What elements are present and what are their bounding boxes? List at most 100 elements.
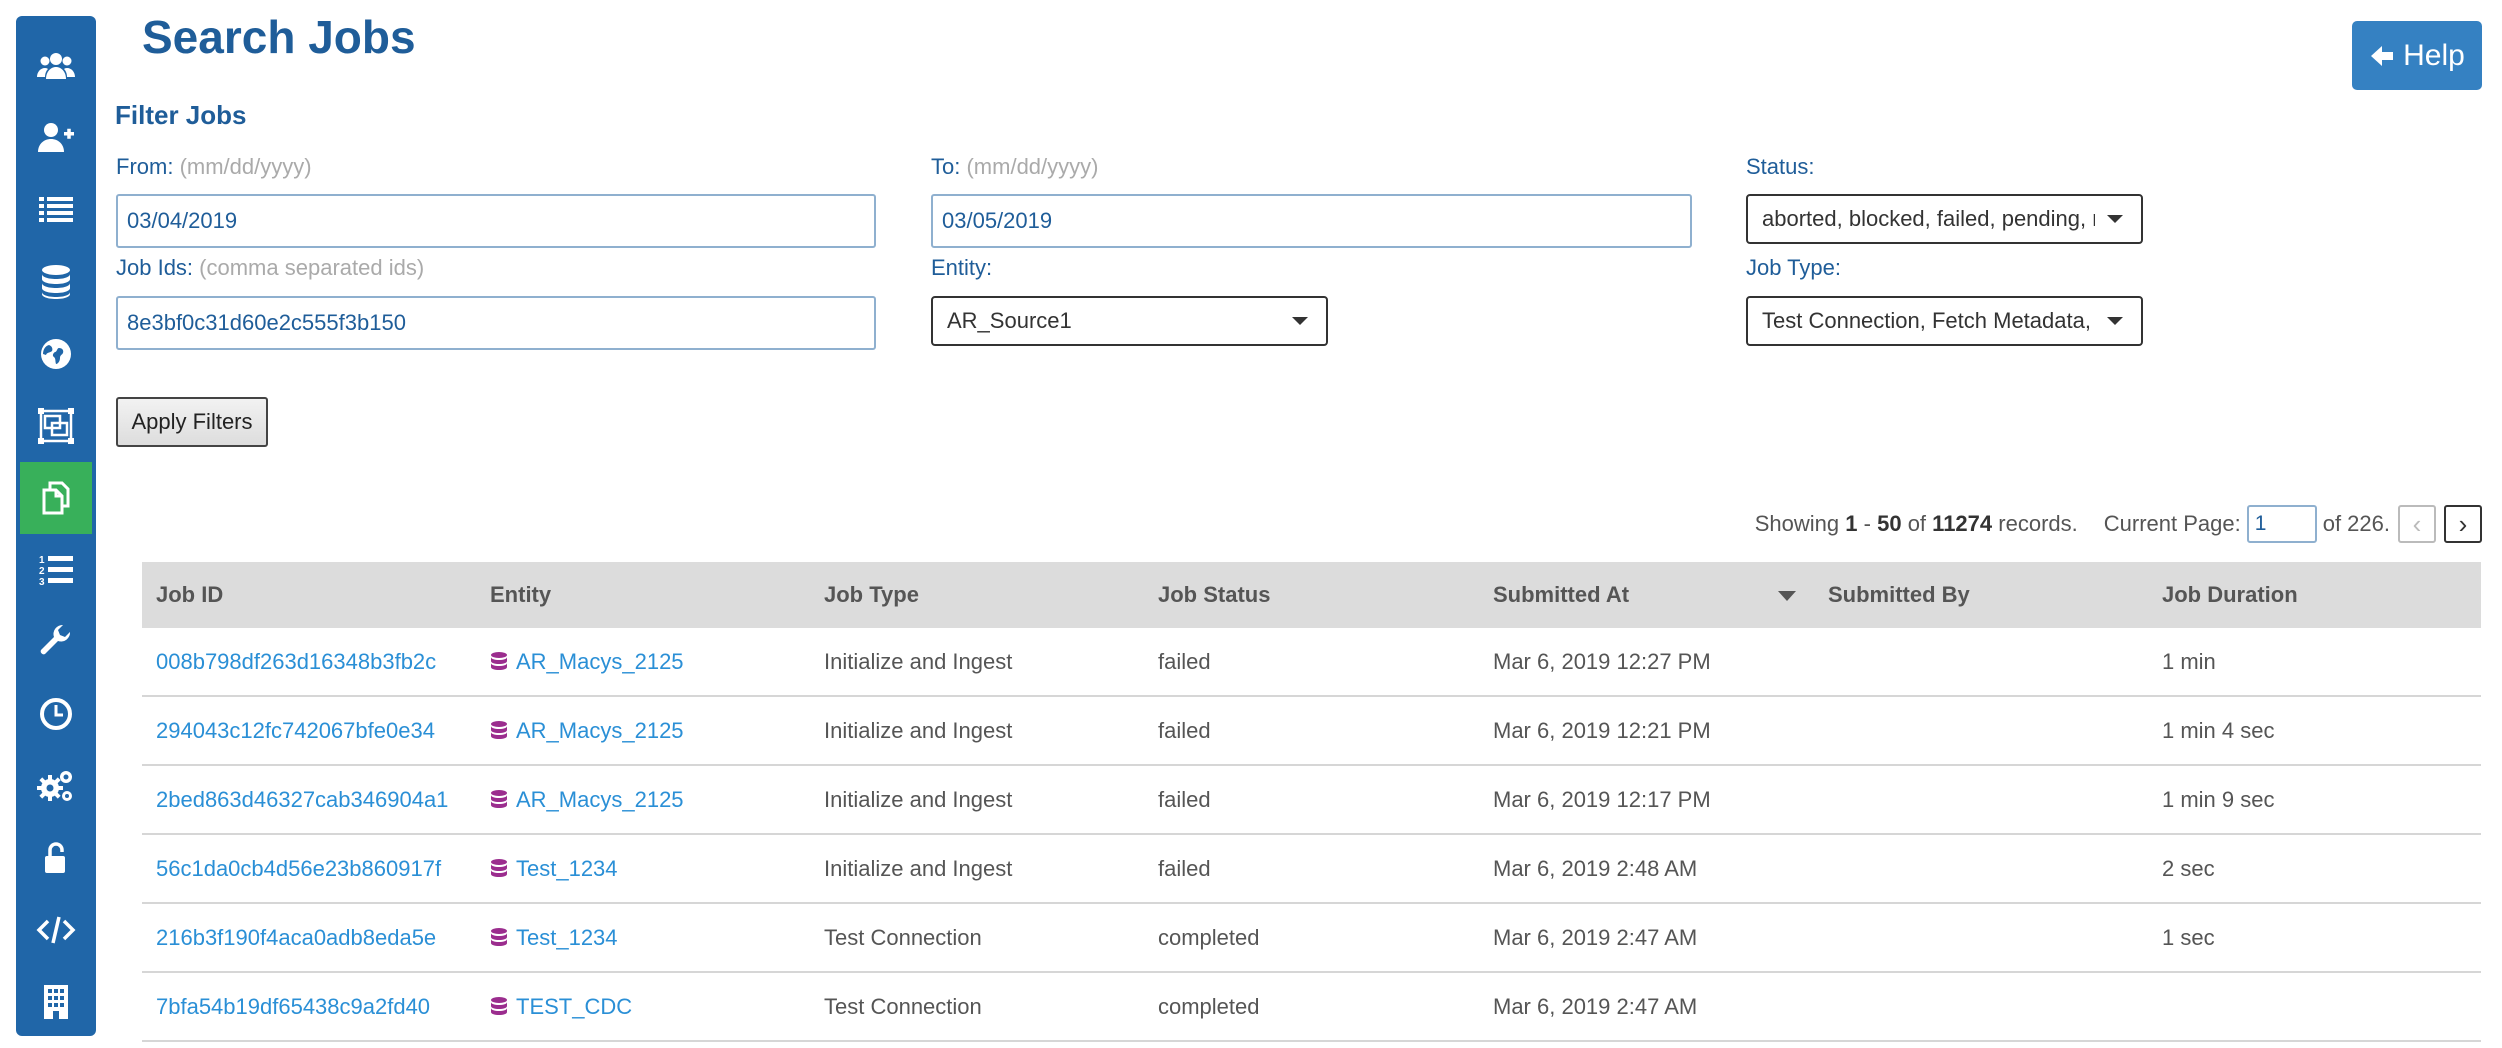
- entity-name: TEST_CDC: [516, 993, 633, 1019]
- entity-link[interactable]: Test_1234: [490, 925, 796, 951]
- sidebar-item-gears[interactable]: [16, 750, 96, 822]
- table-row: 2bed863d46327cab346904a1 AR_Macys_2125 Ini…: [142, 765, 2481, 835]
- sidebar-item-numbered-list[interactable]: 123: [16, 534, 96, 606]
- entity-cell: AR_Macys_2125: [476, 765, 810, 835]
- list-icon: [39, 197, 73, 222]
- job-type-cell: Test Connection: [810, 903, 1144, 973]
- entity-name: AR_Macys_2125: [516, 786, 684, 812]
- job-duration-cell: [2148, 972, 2481, 1042]
- job-id-link[interactable]: 7bfa54b19df65438c9a2fd40: [142, 972, 476, 1042]
- chevron-right-icon: ›: [2458, 509, 2468, 539]
- entity-link[interactable]: Test_1234: [490, 856, 796, 882]
- submitted-at-cell: Mar 6, 2019 12:27 PM: [1479, 628, 1814, 697]
- entity-cell: AR_Macys_2125: [476, 628, 810, 697]
- column-header-entity[interactable]: Entity: [476, 562, 810, 628]
- database-icon: [491, 789, 507, 808]
- from-label-text: From:: [116, 154, 174, 179]
- sidebar-item-copy[interactable]: [20, 462, 92, 534]
- status-select[interactable]: aborted, blocked, failed, pending, r: [1746, 194, 2143, 244]
- svg-text:2: 2: [39, 566, 45, 577]
- range-dash: -: [1863, 511, 1871, 536]
- entity-cell: AR_Macys_2125: [476, 696, 810, 766]
- previous-page-button[interactable]: ‹: [2398, 505, 2436, 543]
- sidebar-item-users[interactable]: [16, 30, 96, 102]
- job-id-link[interactable]: 56c1da0cb4d56e23b860917f: [142, 834, 476, 904]
- job-type-cell: Initialize and Ingest: [810, 628, 1144, 697]
- job-status-cell: failed: [1144, 628, 1479, 697]
- job-status-cell: failed: [1144, 765, 1479, 835]
- next-page-button[interactable]: ›: [2444, 505, 2482, 543]
- job-id-link[interactable]: 008b798df263d16348b3fb2c: [142, 628, 476, 697]
- job-id-link[interactable]: 2bed863d46327cab346904a1: [142, 765, 476, 835]
- add-user-icon: [38, 123, 74, 152]
- column-header-submitted-by[interactable]: Submitted By: [1814, 562, 2148, 628]
- users-icon: [37, 53, 75, 79]
- pagination: Showing 1 - 50 of 11274 records. Current…: [1755, 505, 2482, 543]
- sidebar-item-database[interactable]: [16, 246, 96, 318]
- entity-link[interactable]: AR_Macys_2125: [490, 649, 796, 675]
- job-id-link[interactable]: 294043c12fc742067bfe0e34: [142, 696, 476, 766]
- frames-icon: [38, 408, 74, 444]
- job-duration-cell: 1 min: [2148, 628, 2481, 697]
- job-type-select[interactable]: Test Connection, Fetch Metadata, I: [1746, 296, 2143, 346]
- help-button[interactable]: Help: [2352, 21, 2482, 90]
- sidebar-item-clock[interactable]: [16, 678, 96, 750]
- chevron-down-icon: [2107, 215, 2123, 223]
- entity-link[interactable]: AR_Macys_2125: [490, 718, 796, 744]
- submitted-at-cell: Mar 6, 2019 12:17 PM: [1479, 765, 1814, 835]
- of-text: of: [1907, 511, 1927, 536]
- submitted-at-cell: Mar 6, 2019 12:21 PM: [1479, 696, 1814, 766]
- records-text: records.: [1998, 511, 2078, 536]
- page-title: Search Jobs: [142, 11, 416, 63]
- column-header-submitted-at[interactable]: Submitted At: [1479, 562, 1814, 628]
- job-ids-label: Job Ids: (comma separated ids): [116, 255, 424, 281]
- database-icon: [491, 651, 507, 670]
- column-header-job-type[interactable]: Job Type: [810, 562, 1144, 628]
- entity-cell: Test_1234: [476, 903, 810, 973]
- showing-text: Showing: [1754, 511, 1840, 536]
- column-header-job-duration[interactable]: Job Duration: [2148, 562, 2481, 628]
- job-id-link[interactable]: 216b3f190f4aca0adb8eda5e: [142, 903, 476, 973]
- column-header-job-id[interactable]: Job ID: [142, 562, 476, 628]
- to-label: To: (mm/dd/yyyy): [931, 154, 1098, 180]
- table-row: 7bfa54b19df65438c9a2fd40 TEST_CDC Test Con…: [142, 972, 2481, 1042]
- from-date-input[interactable]: [116, 194, 876, 248]
- gears-icon: [37, 771, 72, 801]
- from-hint: (mm/dd/yyyy): [179, 154, 312, 179]
- status-label: Status:: [1746, 154, 1814, 180]
- range-start: 1: [1845, 511, 1858, 536]
- sidebar-item-add-user[interactable]: [16, 102, 96, 174]
- submitted-by-cell: [1814, 972, 2148, 1042]
- table-header-row: Job ID Entity Job Type Job Status Submit…: [142, 562, 2481, 628]
- current-page-input[interactable]: [2246, 505, 2317, 543]
- job-duration-cell: 1 min 9 sec: [2148, 765, 2481, 835]
- sidebar-item-code[interactable]: [16, 894, 96, 966]
- sidebar-item-wrench[interactable]: [16, 606, 96, 678]
- sidebar-item-building[interactable]: [16, 966, 96, 1038]
- job-ids-input[interactable]: [116, 296, 876, 350]
- sidebar-item-globe[interactable]: [16, 318, 96, 390]
- entity-select[interactable]: AR_Source1: [931, 296, 1328, 346]
- submitted-at-cell: Mar 6, 2019 2:48 AM: [1479, 834, 1814, 904]
- job-type-label: Job Type:: [1746, 255, 1841, 281]
- table-row: 216b3f190f4aca0adb8eda5e Test_1234 Test Co…: [142, 903, 2481, 973]
- sidebar-item-list[interactable]: [16, 174, 96, 246]
- column-header-job-status[interactable]: Job Status: [1144, 562, 1479, 628]
- submitted-by-cell: [1814, 834, 2148, 904]
- to-hint: (mm/dd/yyyy): [966, 154, 1099, 179]
- job-status-cell: failed: [1144, 696, 1479, 766]
- sort-desc-icon: [1778, 591, 1796, 601]
- sidebar-item-frames[interactable]: [16, 390, 96, 462]
- apply-filters-button[interactable]: Apply Filters: [116, 397, 268, 447]
- sidebar-item-unlock[interactable]: [16, 822, 96, 894]
- database-icon: [491, 720, 507, 739]
- to-label-text: To:: [931, 154, 961, 179]
- building-icon: [44, 985, 68, 1019]
- to-date-input[interactable]: [931, 194, 1692, 248]
- job-status-cell: failed: [1144, 834, 1479, 904]
- entity-link[interactable]: AR_Macys_2125: [490, 787, 796, 813]
- entity-link[interactable]: TEST_CDC: [490, 994, 796, 1020]
- entity-label: Entity:: [931, 255, 992, 281]
- from-label: From: (mm/dd/yyyy): [116, 154, 312, 180]
- table-row: 008b798df263d16348b3fb2c AR_Macys_2125 Ini…: [142, 628, 2481, 697]
